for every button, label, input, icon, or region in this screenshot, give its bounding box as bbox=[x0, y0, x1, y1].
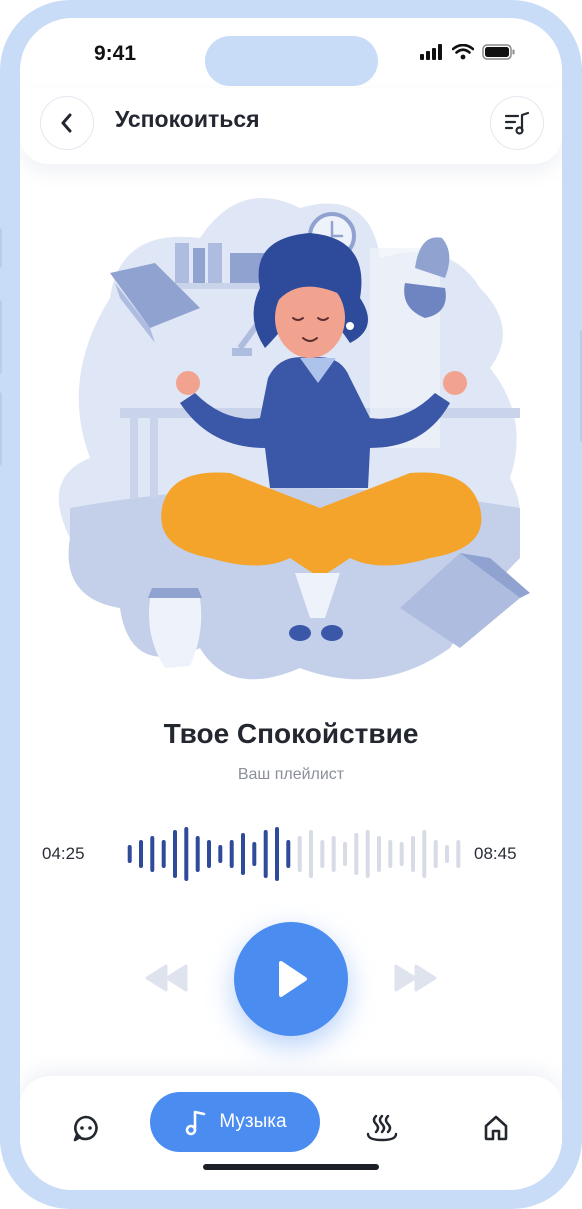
status-time: 9:41 bbox=[94, 42, 137, 65]
wave-bar-played bbox=[139, 840, 143, 868]
side-button bbox=[0, 300, 2, 374]
nav-relax[interactable] bbox=[360, 1106, 404, 1150]
play-button[interactable] bbox=[234, 922, 348, 1036]
fast-forward-button[interactable] bbox=[392, 964, 438, 992]
wave-bar-unplayed bbox=[331, 836, 336, 872]
side-button bbox=[0, 228, 2, 268]
wave-bar-played bbox=[275, 827, 279, 881]
wave-bar-played bbox=[184, 827, 189, 881]
wave-bar-unplayed bbox=[297, 836, 302, 872]
side-button bbox=[0, 392, 2, 466]
player-controls bbox=[20, 918, 562, 1038]
home-indicator bbox=[203, 1164, 379, 1170]
wave-bar-played bbox=[229, 840, 234, 868]
rewind-button[interactable] bbox=[144, 964, 190, 992]
screen: 9:41 Успокоиться Твое Спокойствие Ваш пл… bbox=[20, 18, 562, 1190]
wave-bar-unplayed bbox=[365, 830, 370, 878]
wave-bar-unplayed bbox=[377, 836, 381, 872]
wave-bar-unplayed bbox=[309, 830, 313, 878]
nav-music[interactable]: Музыка bbox=[150, 1092, 320, 1152]
wifi-icon bbox=[452, 44, 474, 60]
wave-bar-unplayed bbox=[445, 845, 449, 863]
wave-bar-unplayed bbox=[388, 840, 393, 868]
page-title: Успокоиться bbox=[115, 106, 260, 132]
wave-bar-unplayed bbox=[456, 840, 461, 868]
wave-bar-unplayed bbox=[422, 830, 427, 878]
wave-bar-unplayed bbox=[399, 842, 404, 866]
phone-frame: 9:41 Успокоиться Твое Спокойствие Ваш пл… bbox=[0, 0, 582, 1209]
bottom-nav: Музыка bbox=[20, 1076, 562, 1190]
wave-bar-played bbox=[263, 830, 268, 878]
top-bar: Успокоиться bbox=[20, 88, 562, 164]
wave-bar-unplayed bbox=[354, 833, 359, 875]
meditation-illustration bbox=[58, 198, 530, 680]
status-bar: 9:41 bbox=[20, 18, 562, 88]
wave-bar-played bbox=[286, 840, 291, 868]
home-icon bbox=[484, 1115, 508, 1141]
chevron-left-icon bbox=[61, 113, 72, 133]
music-note-icon bbox=[186, 1110, 206, 1136]
wave-bar-played bbox=[241, 833, 245, 875]
wave-bar-unplayed bbox=[433, 840, 438, 868]
wave-bar-played bbox=[218, 845, 223, 863]
wave-bar-played bbox=[207, 840, 211, 868]
wave-bar-played bbox=[127, 845, 132, 863]
nav-chat[interactable] bbox=[64, 1106, 108, 1150]
play-icon bbox=[279, 961, 307, 997]
battery-icon bbox=[482, 44, 515, 60]
waveform-scrubber[interactable] bbox=[124, 826, 464, 882]
wave-bar-unplayed bbox=[411, 836, 415, 872]
status-icons bbox=[420, 44, 516, 60]
playlist-button[interactable] bbox=[490, 96, 544, 150]
wave-bar-played bbox=[150, 836, 155, 872]
wave-bar-played bbox=[161, 840, 166, 868]
steam-icon bbox=[366, 1114, 398, 1142]
wave-bar-played bbox=[173, 830, 177, 878]
music-list-icon bbox=[504, 111, 530, 135]
wave-bar-played bbox=[195, 836, 200, 872]
track-title: Твое Спокойствие bbox=[163, 718, 419, 749]
chat-icon bbox=[73, 1115, 98, 1142]
wave-bar-played bbox=[252, 842, 257, 866]
nav-music-label: Музыка bbox=[219, 1111, 287, 1132]
wave-bar-unplayed bbox=[320, 840, 325, 868]
track-subtitle: Ваш плейлист bbox=[237, 766, 345, 783]
signal-icon bbox=[420, 44, 442, 60]
wave-bar-unplayed bbox=[343, 842, 347, 866]
nav-home[interactable] bbox=[474, 1106, 518, 1150]
back-button[interactable] bbox=[40, 96, 94, 150]
dynamic-island bbox=[205, 36, 378, 86]
total-time: 08:45 bbox=[474, 844, 517, 863]
current-time: 04:25 bbox=[42, 844, 85, 863]
